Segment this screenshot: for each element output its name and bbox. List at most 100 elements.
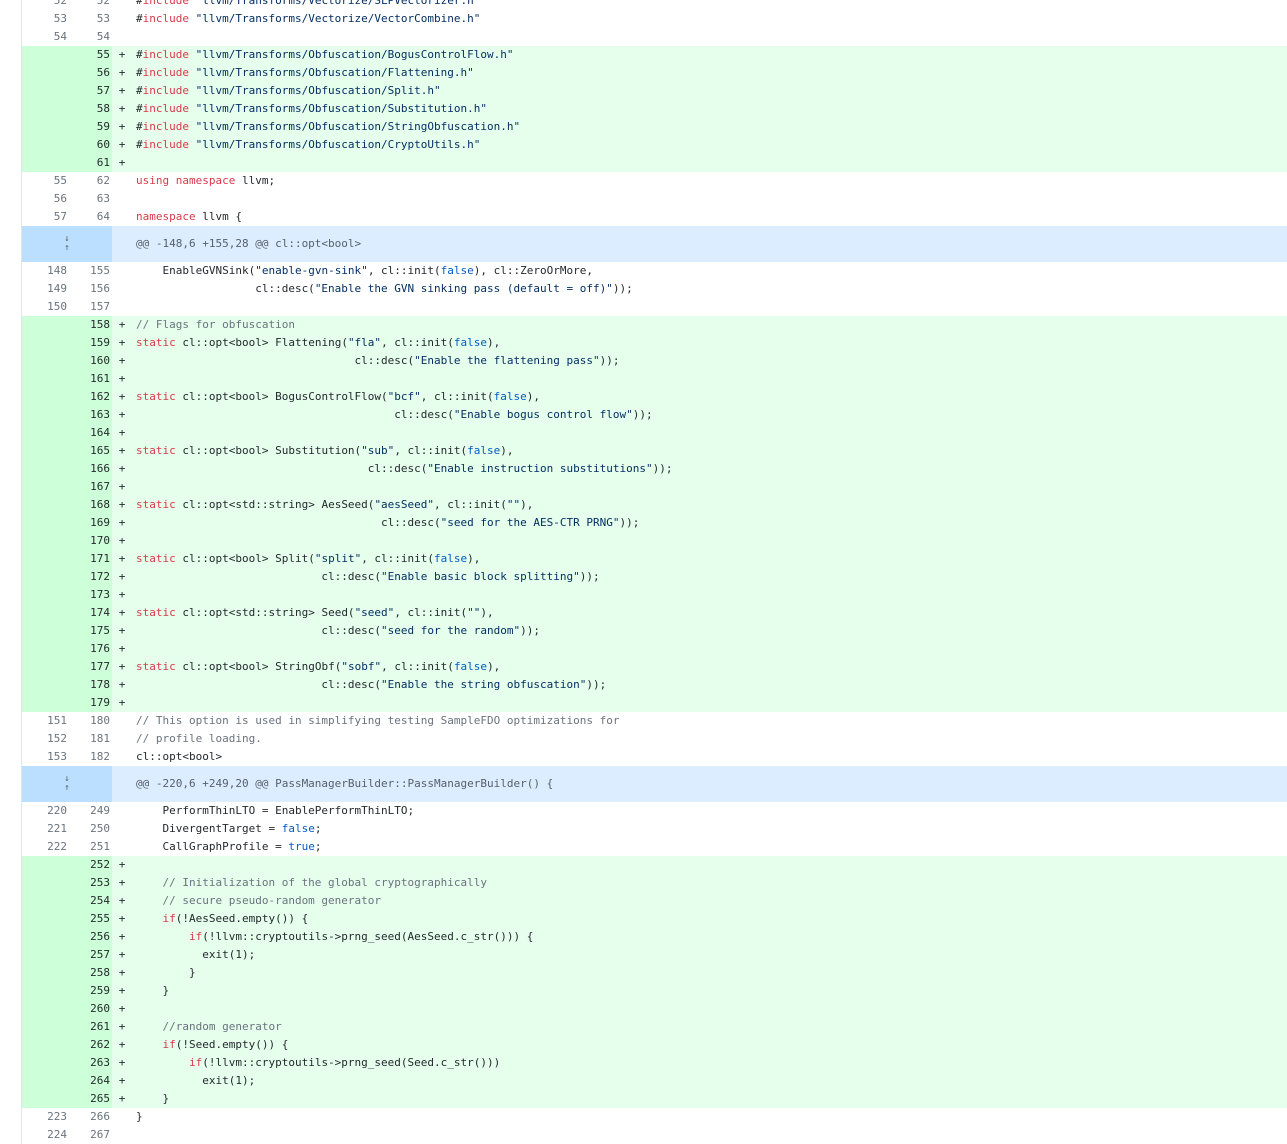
new-line-number[interactable]: 159: [67, 334, 112, 352]
old-line-number[interactable]: [22, 604, 67, 622]
old-line-number[interactable]: 153: [22, 748, 67, 766]
old-line-number[interactable]: [22, 478, 67, 496]
new-line-number[interactable]: 267: [67, 1126, 112, 1144]
new-line-number[interactable]: 177: [67, 658, 112, 676]
old-line-number[interactable]: [22, 370, 67, 388]
old-line-number[interactable]: [22, 964, 67, 982]
new-line-number[interactable]: 257: [67, 946, 112, 964]
old-line-number[interactable]: [22, 82, 67, 100]
new-line-number[interactable]: 180: [67, 712, 112, 730]
new-line-number[interactable]: 259: [67, 982, 112, 1000]
new-line-number[interactable]: 55: [67, 46, 112, 64]
old-line-number[interactable]: [22, 586, 67, 604]
old-line-number[interactable]: 224: [22, 1126, 67, 1144]
new-line-number[interactable]: 57: [67, 82, 112, 100]
new-line-number[interactable]: 173: [67, 586, 112, 604]
new-line-number[interactable]: 174: [67, 604, 112, 622]
arrow-up-icon[interactable]: ↑: [64, 784, 69, 793]
old-line-number[interactable]: 150: [22, 298, 67, 316]
new-line-number[interactable]: 181: [67, 730, 112, 748]
old-line-number[interactable]: [22, 892, 67, 910]
old-line-number[interactable]: 151: [22, 712, 67, 730]
new-line-number[interactable]: 56: [67, 64, 112, 82]
new-line-number[interactable]: 178: [67, 676, 112, 694]
new-line-number[interactable]: 253: [67, 874, 112, 892]
new-line-number[interactable]: 58: [67, 100, 112, 118]
new-line-number[interactable]: 162: [67, 388, 112, 406]
old-line-number[interactable]: [22, 946, 67, 964]
old-line-number[interactable]: [22, 1036, 67, 1054]
new-line-number[interactable]: 250: [67, 820, 112, 838]
old-line-number[interactable]: [22, 442, 67, 460]
old-line-number[interactable]: [22, 640, 67, 658]
new-line-number[interactable]: 168: [67, 496, 112, 514]
new-line-number[interactable]: 251: [67, 838, 112, 856]
old-line-number[interactable]: [22, 406, 67, 424]
new-line-number[interactable]: 166: [67, 460, 112, 478]
old-line-number[interactable]: 222: [22, 838, 67, 856]
old-line-number[interactable]: [22, 100, 67, 118]
new-line-number[interactable]: 53: [67, 10, 112, 28]
old-line-number[interactable]: [22, 856, 67, 874]
new-line-number[interactable]: 264: [67, 1072, 112, 1090]
old-line-number[interactable]: [22, 928, 67, 946]
new-line-number[interactable]: 160: [67, 352, 112, 370]
old-line-number[interactable]: [22, 568, 67, 586]
old-line-number[interactable]: 57: [22, 208, 67, 226]
new-line-number[interactable]: 61: [67, 154, 112, 172]
new-line-number[interactable]: 52: [67, 0, 112, 10]
new-line-number[interactable]: 63: [67, 190, 112, 208]
new-line-number[interactable]: 161: [67, 370, 112, 388]
new-line-number[interactable]: 167: [67, 478, 112, 496]
new-line-number[interactable]: 254: [67, 892, 112, 910]
new-line-number[interactable]: 175: [67, 622, 112, 640]
old-line-number[interactable]: 148: [22, 262, 67, 280]
new-line-number[interactable]: 169: [67, 514, 112, 532]
old-line-number[interactable]: [22, 550, 67, 568]
old-line-number[interactable]: [22, 1000, 67, 1018]
old-line-number[interactable]: [22, 334, 67, 352]
old-line-number[interactable]: [22, 460, 67, 478]
new-line-number[interactable]: 265: [67, 1090, 112, 1108]
old-line-number[interactable]: [22, 316, 67, 334]
new-line-number[interactable]: 262: [67, 1036, 112, 1054]
old-line-number[interactable]: [22, 1018, 67, 1036]
new-line-number[interactable]: 256: [67, 928, 112, 946]
new-line-number[interactable]: 60: [67, 136, 112, 154]
new-line-number[interactable]: 258: [67, 964, 112, 982]
old-line-number[interactable]: [22, 622, 67, 640]
old-line-number[interactable]: 52: [22, 0, 67, 10]
new-line-number[interactable]: 156: [67, 280, 112, 298]
old-line-number[interactable]: [22, 424, 67, 442]
new-line-number[interactable]: 64: [67, 208, 112, 226]
new-line-number[interactable]: 172: [67, 568, 112, 586]
old-line-number[interactable]: 55: [22, 172, 67, 190]
old-line-number[interactable]: [22, 1090, 67, 1108]
new-line-number[interactable]: 182: [67, 748, 112, 766]
new-line-number[interactable]: 164: [67, 424, 112, 442]
new-line-number[interactable]: 165: [67, 442, 112, 460]
new-line-number[interactable]: 155: [67, 262, 112, 280]
new-line-number[interactable]: 266: [67, 1108, 112, 1126]
new-line-number[interactable]: 171: [67, 550, 112, 568]
new-line-number[interactable]: 59: [67, 118, 112, 136]
new-line-number[interactable]: 249: [67, 802, 112, 820]
old-line-number[interactable]: [22, 136, 67, 154]
old-line-number[interactable]: [22, 910, 67, 928]
new-line-number[interactable]: 252: [67, 856, 112, 874]
new-line-number[interactable]: 179: [67, 694, 112, 712]
old-line-number[interactable]: [22, 532, 67, 550]
old-line-number[interactable]: [22, 982, 67, 1000]
new-line-number[interactable]: 157: [67, 298, 112, 316]
old-line-number[interactable]: 220: [22, 802, 67, 820]
old-line-number[interactable]: [22, 64, 67, 82]
old-line-number[interactable]: [22, 154, 67, 172]
old-line-number[interactable]: [22, 46, 67, 64]
old-line-number[interactable]: 221: [22, 820, 67, 838]
new-line-number[interactable]: 176: [67, 640, 112, 658]
new-line-number[interactable]: 158: [67, 316, 112, 334]
old-line-number[interactable]: [22, 496, 67, 514]
old-line-number[interactable]: 149: [22, 280, 67, 298]
expand-lines-button[interactable]: ↓ ↑: [22, 226, 112, 262]
old-line-number[interactable]: [22, 514, 67, 532]
